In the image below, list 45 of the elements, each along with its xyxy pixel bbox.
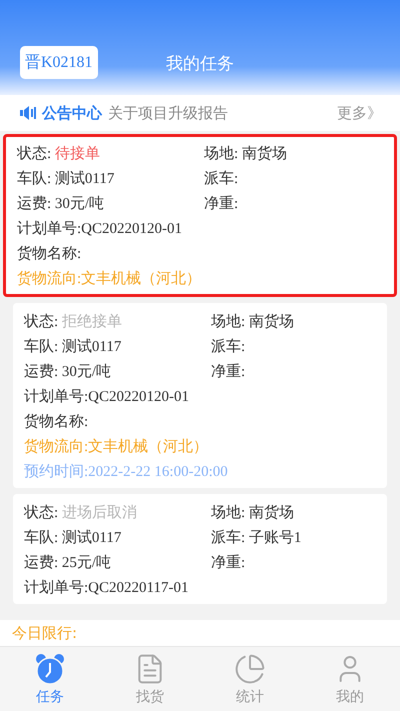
field-text: 派车: 子账号1 [211, 528, 302, 547]
task-card[interactable]: 状态: 待接单 场地: 南货场 车队: 测试0117 派车: 运费: 30元/吨 净重: 计划单号:QC20220120-01 货物名称: 货物流向:文丰机械（河北） [3, 134, 397, 297]
field-text: 场地: 南货场 [204, 144, 288, 163]
task-card[interactable]: 状态: 进场后取消 场地: 南货场 车队: 测试0117 派车: 子账号1 运费: 25元/吨 净重: 计划单号:QC20220117-01 [13, 494, 387, 604]
field-text: 场地: 南货场 [211, 504, 295, 522]
notice-title: 公告中心 [42, 104, 102, 122]
status-value: 待接单 [54, 146, 100, 162]
task-card[interactable]: 状态: 拒绝接单 场地: 南货场 车队: 测试0117 派车: 运费: 30元/吨 净重: 计划单号:QC20220120-01 货物名称: 货物流向:文丰机械（河北） 预约时间:2022-2-22 16:00-20:00 [13, 303, 387, 488]
limit-text: 今日限行: [12, 624, 78, 642]
nav-tab[interactable]: 找货 [100, 647, 200, 711]
nav-tab[interactable]: 我的 [300, 647, 400, 711]
nav-tab[interactable]: 任务 [0, 647, 100, 711]
field-text: 净重: [211, 554, 246, 572]
field-text: 净重: [204, 194, 240, 213]
plate-number-badge: 晋K02181 [20, 46, 98, 79]
alarm-clock-icon [34, 652, 66, 684]
more-link[interactable]: 更多》 [337, 104, 382, 122]
field-text: 车队: 测试0117 [24, 338, 122, 356]
field-text: 运费: 25元/吨 [24, 554, 112, 572]
status-label: 状态: [24, 314, 58, 330]
nav-tab[interactable]: 统计 [200, 647, 300, 711]
status-label: 状态: [24, 505, 58, 521]
appointment-time-text: 预约时间:2022-2-22 16:00-20:00 [24, 462, 228, 481]
speaker-icon [20, 105, 36, 121]
page-title: 我的任务 [166, 53, 234, 75]
notice-text[interactable]: 关于项目升级报告 [108, 104, 331, 122]
cargo-flow-text: 货物流向:文丰机械（河北） [17, 269, 202, 288]
field-text: 派车: [204, 170, 240, 188]
field-text: 计划单号:QC20220120-01 [17, 220, 182, 238]
status-label: 状态: [17, 146, 52, 162]
field-text: 运费: 30元/吨 [24, 362, 112, 381]
field-text: 车队: 测试0117 [17, 170, 116, 188]
field-text: 运费: 30元/吨 [17, 194, 106, 213]
field-text: 货物名称: [17, 244, 82, 263]
cargo-flow-text: 货物流向:文丰机械（河北） [24, 437, 208, 456]
field-text: 货物名称: [24, 412, 88, 431]
field-text: 净重: [211, 362, 246, 381]
field-text: 计划单号:QC20220120-01 [24, 388, 189, 406]
field-text: 车队: 测试0117 [24, 528, 122, 547]
field-text: 派车: [211, 338, 246, 356]
status-value: 拒绝接单 [62, 314, 122, 330]
field-text: 场地: 南货场 [211, 312, 295, 331]
field-text: 计划单号:QC20220117-01 [24, 578, 188, 597]
pie-chart-icon [234, 652, 266, 684]
status-value: 进场后取消 [62, 505, 137, 521]
